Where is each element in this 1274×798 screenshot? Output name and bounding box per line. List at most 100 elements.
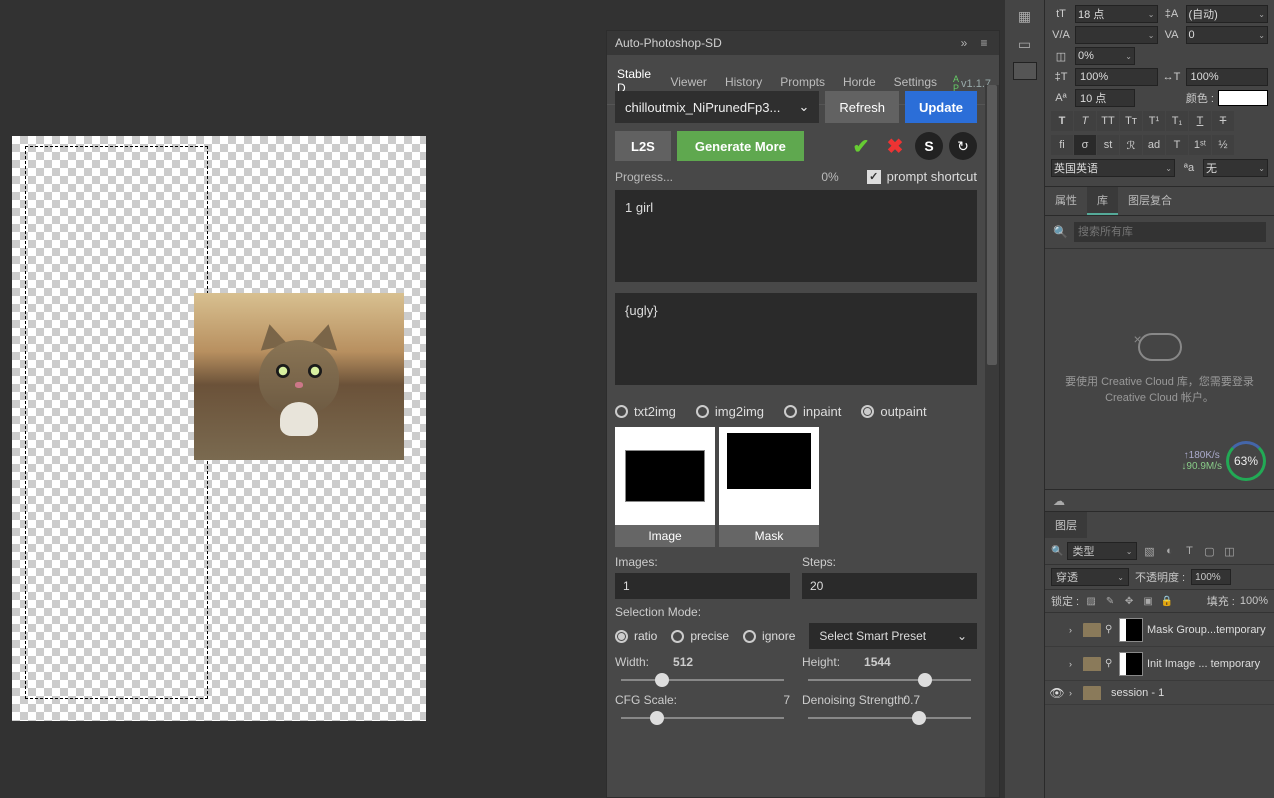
layer-mask-thumb[interactable] [1119, 652, 1143, 676]
radio-img2img[interactable] [696, 405, 709, 418]
plugin-body: chilloutmix_NiPrunedFp3... ⌄ Refresh Upd… [607, 83, 985, 797]
generate-more-button[interactable]: Generate More [677, 131, 804, 161]
update-button[interactable]: Update [905, 91, 977, 123]
expand-arrow-icon[interactable]: › [1069, 659, 1079, 669]
selection-marquee[interactable] [25, 146, 208, 699]
superscript-button[interactable]: T¹ [1143, 111, 1165, 131]
lock-artboard-icon[interactable]: ▣ [1141, 594, 1155, 608]
allcaps-button[interactable]: TT [1097, 111, 1119, 131]
layers-tab[interactable]: 图层 [1045, 512, 1087, 538]
strike-button[interactable]: T [1212, 111, 1234, 131]
font-size-input[interactable]: 18 点⌄ [1075, 5, 1158, 23]
net-speed: ↑180K/s ↓90.9M/s [1181, 450, 1222, 472]
chevron-down-icon: ⌄ [799, 99, 810, 115]
italic-button[interactable]: T [1074, 111, 1096, 131]
ad-button[interactable]: ad [1143, 135, 1165, 155]
filter-shape-icon[interactable]: ▢ [1201, 543, 1217, 559]
lock-brush-icon[interactable]: ✎ [1103, 594, 1117, 608]
placed-image[interactable] [194, 293, 404, 460]
cfg-value: 7 [783, 693, 790, 707]
model-select[interactable]: chilloutmix_NiPrunedFp3... ⌄ [615, 91, 819, 123]
filter-smart-icon[interactable]: ◫ [1221, 543, 1237, 559]
height-slider[interactable] [808, 679, 971, 681]
plugin-scrollbar[interactable] [985, 85, 999, 797]
filter-type-icon[interactable]: T [1181, 543, 1197, 559]
underline-button[interactable]: T [1189, 111, 1211, 131]
expand-arrow-icon[interactable]: › [1069, 688, 1079, 698]
expand-arrow-icon[interactable]: › [1069, 625, 1079, 635]
tracking-input[interactable]: 0⌄ [1186, 26, 1269, 44]
library-search[interactable] [1074, 222, 1266, 242]
prompt-input[interactable]: 1 girl [615, 190, 977, 282]
kerning-input[interactable]: ⌄ [1075, 26, 1158, 44]
steps-input[interactable] [802, 573, 977, 599]
lock-pixels-icon[interactable]: ▨ [1084, 594, 1098, 608]
radio-outpaint[interactable] [861, 405, 874, 418]
filter-adjust-icon[interactable]: ◐ [1161, 543, 1177, 559]
tab-libraries[interactable]: 库 [1087, 187, 1118, 215]
fill-input[interactable]: 100% [1240, 595, 1268, 607]
layer-kind-select[interactable]: 类型⌄ [1067, 542, 1137, 560]
l2s-button[interactable]: L2S [615, 131, 671, 161]
titling-button[interactable]: T [1166, 135, 1188, 155]
fi-button[interactable]: fi [1051, 135, 1073, 155]
document-canvas[interactable] [12, 136, 426, 721]
radio-ratio[interactable] [615, 630, 628, 643]
color-swatch[interactable] [1013, 62, 1037, 80]
radio-precise[interactable] [671, 630, 684, 643]
aa-select[interactable]: 无⌄ [1203, 159, 1268, 177]
tab-layer-comps[interactable]: 图层复合 [1118, 187, 1182, 215]
refresh-button[interactable]: Refresh [825, 91, 899, 123]
hscale-input[interactable] [1186, 68, 1269, 86]
text-color-swatch[interactable] [1218, 90, 1268, 106]
tab-properties[interactable]: 属性 [1045, 187, 1087, 215]
radio-txt2img[interactable] [615, 405, 628, 418]
opacity-input[interactable]: 100% [1191, 569, 1231, 585]
status-s-icon[interactable]: S [915, 132, 943, 160]
lang-select[interactable]: 英国英语⌄ [1051, 159, 1175, 177]
visibility-toggle[interactable]: 👁 [1049, 686, 1065, 700]
baseline-input[interactable] [1075, 89, 1135, 107]
status-ok-icon[interactable]: ✔ [847, 132, 875, 160]
lock-position-icon[interactable]: ✥ [1122, 594, 1136, 608]
image-thumb[interactable]: Image [615, 427, 715, 547]
sigma-button[interactable]: σ [1074, 135, 1096, 155]
status-refresh-icon[interactable]: ↻ [949, 132, 977, 160]
grid-icon[interactable]: ▦ [1011, 4, 1039, 28]
cfg-slider[interactable] [621, 717, 784, 719]
radio-ignore[interactable] [743, 630, 756, 643]
panel-menu-icon[interactable]: ≡ [977, 36, 991, 50]
bold-button[interactable]: T [1051, 111, 1073, 131]
shortcut-checkbox[interactable]: ✓ [867, 170, 881, 184]
images-input[interactable] [615, 573, 790, 599]
fill-label: 填充 : [1207, 593, 1235, 609]
layer-row-mask-group[interactable]: › ⚲ Mask Group...temporary [1045, 613, 1274, 647]
fraction-button[interactable]: ½ [1212, 135, 1234, 155]
ordinal-button[interactable]: 1ˢᵗ [1189, 135, 1211, 155]
cloud-sync-icon[interactable]: ☁ [1053, 494, 1065, 508]
swash-button[interactable]: ℛ [1120, 135, 1142, 155]
blend-mode-select[interactable]: 穿透⌄ [1051, 568, 1129, 586]
filter-pixel-icon[interactable]: ▧ [1141, 543, 1157, 559]
width-slider[interactable] [621, 679, 784, 681]
layer-row-init-image[interactable]: › ⚲ Init Image ... temporary [1045, 647, 1274, 681]
negative-prompt-input[interactable]: {ugly} [615, 293, 977, 385]
vscale-input[interactable] [1075, 68, 1158, 86]
status-fail-icon[interactable]: ✖ [881, 132, 909, 160]
subscript-button[interactable]: T₁ [1166, 111, 1188, 131]
layer-row-session[interactable]: 👁 › session - 1 [1045, 681, 1274, 705]
lock-all-icon[interactable]: 🔒 [1160, 594, 1174, 608]
denoise-slider[interactable] [808, 717, 971, 719]
color-label: 颜色 : [1186, 90, 1214, 106]
preset-select[interactable]: Select Smart Preset⌄ [809, 623, 977, 649]
leading-input[interactable]: (自动)⌄ [1186, 5, 1269, 23]
collapse-icon[interactable]: » [957, 36, 971, 50]
layer-mask-thumb[interactable] [1119, 618, 1143, 642]
swatch-icon[interactable]: ▭ [1011, 32, 1039, 56]
radio-inpaint[interactable] [784, 405, 797, 418]
mask-thumb[interactable]: Mask [719, 427, 819, 547]
layer-name: session - 1 [1111, 687, 1270, 699]
kern-pct-input[interactable]: 0%⌄ [1075, 47, 1135, 65]
st-button[interactable]: st [1097, 135, 1119, 155]
smallcaps-button[interactable]: Tᴛ [1120, 111, 1142, 131]
